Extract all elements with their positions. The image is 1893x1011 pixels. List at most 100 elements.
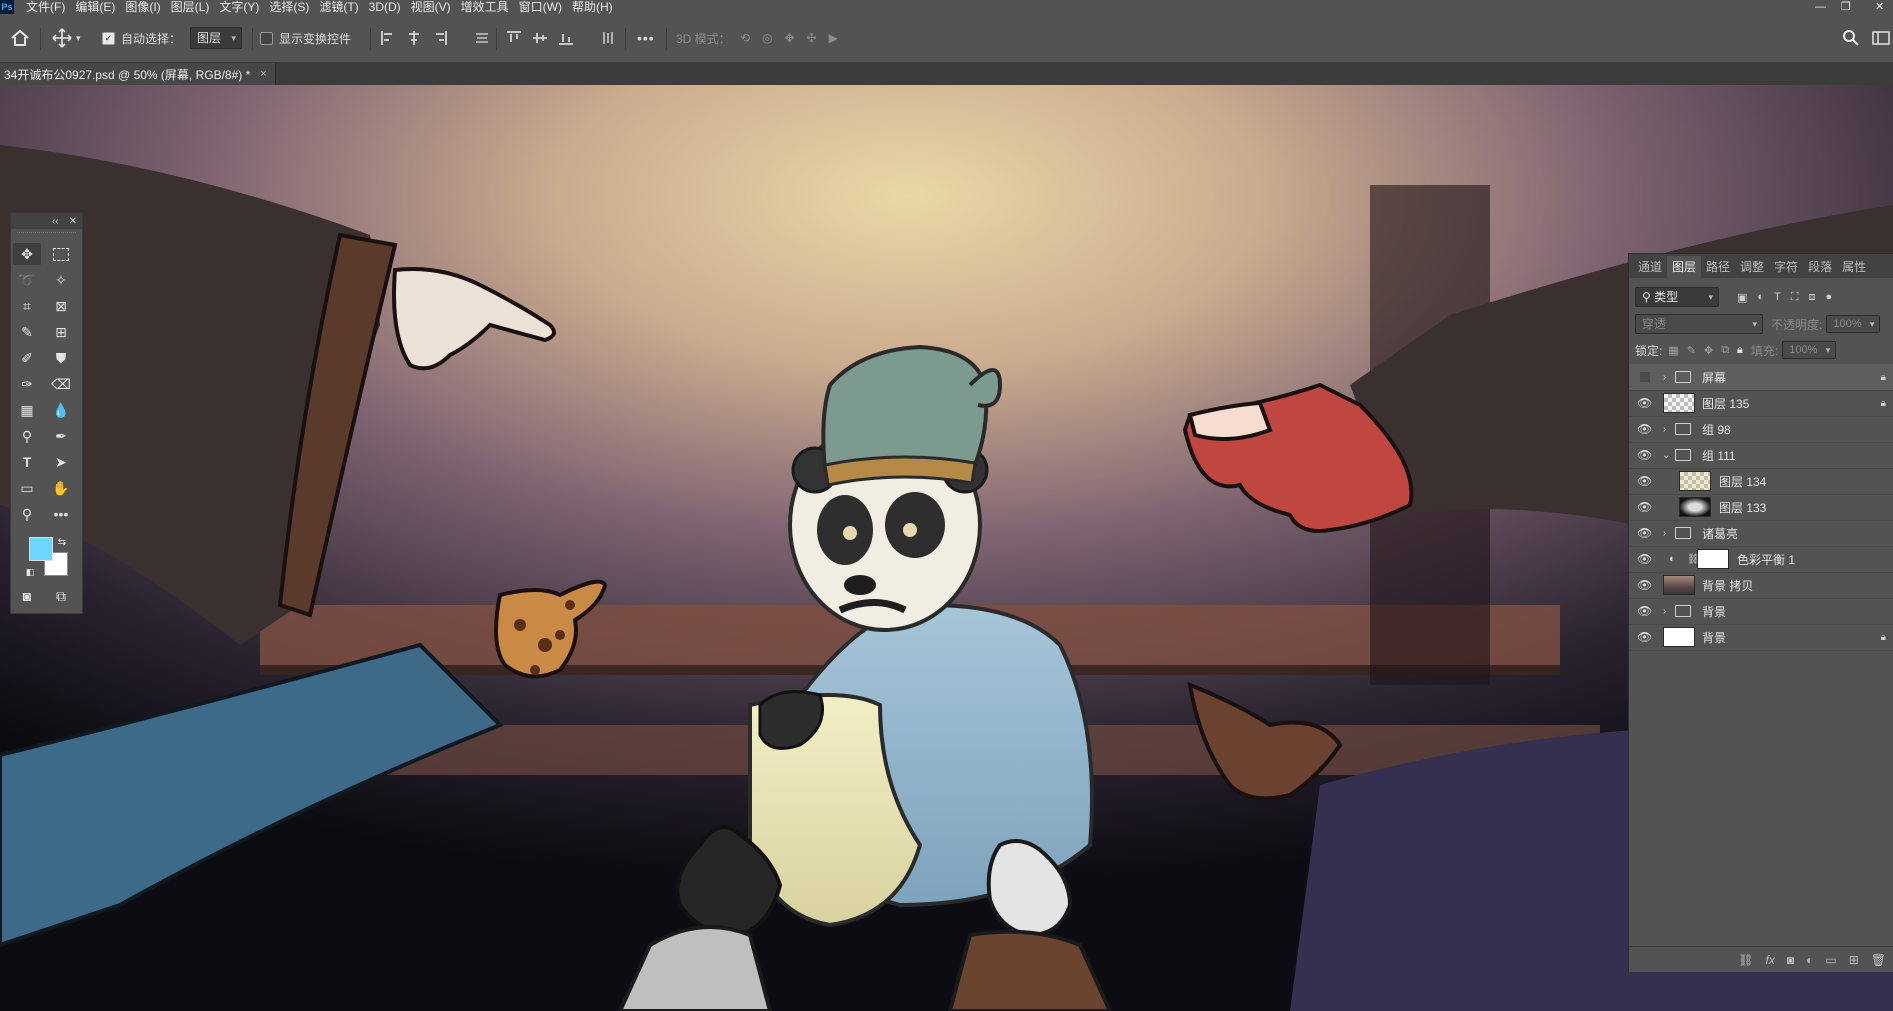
filter-smart-object-icon[interactable]: ⧈ — [1809, 291, 1816, 304]
align-left-icon[interactable] — [380, 30, 396, 46]
chevron-right-icon[interactable]: › — [1663, 372, 1666, 383]
align-right-icon[interactable] — [432, 30, 448, 46]
align-center-icon[interactable] — [406, 30, 422, 46]
path-selection-tool[interactable]: ➤ — [47, 451, 75, 473]
align-top-icon[interactable] — [506, 30, 522, 46]
lock-artboard-icon[interactable]: ⧉ — [1721, 344, 1729, 357]
type-tool[interactable]: T — [13, 451, 41, 473]
magic-wand-tool[interactable]: ✧ — [47, 269, 75, 291]
auto-select-target-dropdown[interactable]: 图层 ▾ — [190, 27, 243, 49]
show-transform-checkbox[interactable]: 显示变换控件 — [260, 14, 351, 62]
show-transform-check[interactable] — [260, 31, 273, 45]
marquee-tool[interactable] — [47, 243, 75, 265]
filter-toggle-icon[interactable]: ● — [1826, 291, 1833, 304]
close-tab-icon[interactable]: × — [260, 68, 266, 80]
crop-tool[interactable]: ⌗ — [13, 295, 41, 317]
blend-mode-dropdown[interactable]: 穿透 ▾ — [1635, 314, 1763, 334]
brush-tool[interactable]: ✐ — [13, 347, 41, 369]
dodge-tool[interactable]: ⚲ — [13, 425, 41, 447]
home-button[interactable] — [10, 14, 30, 62]
menu-view[interactable]: 视图(V) — [411, 0, 451, 14]
eyedropper-tool[interactable]: ✎ — [13, 321, 41, 343]
collapse-icon[interactable]: ‹‹ — [52, 216, 59, 227]
3d-drag-icon[interactable]: ✥ — [785, 31, 795, 45]
move-tool[interactable]: ✥ — [13, 243, 41, 265]
eye-icon[interactable]: 👁︎ — [1637, 448, 1652, 462]
move-tool-preset-button[interactable]: ▾ — [52, 14, 81, 62]
filter-type-icon[interactable]: T — [1774, 291, 1781, 304]
layer-style-icon[interactable]: fx — [1766, 953, 1775, 967]
frame-tool[interactable]: ⊠ — [47, 295, 75, 317]
pen-tool[interactable]: ✒ — [47, 425, 75, 447]
lock-transparent-icon[interactable]: ▦ — [1668, 344, 1678, 357]
filter-shape-icon[interactable]: ⛶ — [1791, 291, 1799, 304]
close-panel-icon[interactable]: ✕ — [69, 216, 77, 227]
layer-row[interactable]: 👁︎ ⌄ 组 111 — [1629, 442, 1893, 469]
3d-orbit-icon[interactable]: ⟲ — [740, 31, 750, 45]
layer-row[interactable]: 👁︎ › 组 98 — [1629, 416, 1893, 443]
tab-layers[interactable]: 图层 — [1667, 256, 1702, 278]
eye-icon[interactable]: 👁︎ — [1637, 396, 1652, 410]
restore-button[interactable]: ❐ — [1841, 0, 1851, 14]
delete-layer-icon[interactable]: 🗑︎ — [1871, 953, 1886, 967]
menu-3d[interactable]: 3D(D) — [369, 0, 401, 14]
tab-properties[interactable]: 属性 — [1837, 256, 1871, 278]
edit-toolbar-button[interactable]: ••• — [47, 503, 75, 525]
link-layers-icon[interactable]: ⛓ — [1738, 953, 1753, 967]
lasso-tool[interactable]: ➰ — [13, 269, 41, 291]
lock-image-icon[interactable]: ✎ — [1687, 344, 1696, 357]
eraser-tool[interactable]: ⌫ — [47, 373, 75, 395]
close-window-button[interactable]: ✕ — [1875, 0, 1884, 14]
distribute-vertical-icon[interactable] — [600, 30, 616, 46]
layer-row[interactable]: 👁︎ › 诸葛亮 — [1629, 520, 1893, 547]
quick-mask-button[interactable]: ◙ — [13, 585, 41, 607]
lock-position-icon[interactable]: ✥ — [1704, 344, 1713, 357]
default-colors-icon[interactable]: ◧ — [23, 561, 37, 583]
fill-field[interactable]: 100% ▾ — [1782, 341, 1837, 359]
zoom-tool[interactable]: ⚲ — [13, 503, 41, 525]
align-middle-icon[interactable] — [532, 30, 548, 46]
eye-icon[interactable]: 👁︎ — [1637, 500, 1652, 514]
menu-window[interactable]: 窗口(W) — [519, 0, 562, 14]
3d-slide-icon[interactable]: ✣ — [807, 31, 817, 45]
screen-mode-button[interactable]: ⧉ — [47, 585, 75, 607]
filter-adjustment-icon[interactable]: ◐ — [1757, 291, 1764, 304]
tab-channels[interactable]: 通道 — [1633, 256, 1667, 278]
tab-paragraph[interactable]: 段落 — [1803, 256, 1837, 278]
menu-help[interactable]: 帮助(H) — [572, 0, 613, 14]
eye-icon[interactable]: 👁︎ — [1637, 552, 1652, 566]
distribute-icon[interactable] — [474, 30, 490, 46]
eye-icon[interactable]: 👁︎ — [1637, 604, 1652, 618]
new-group-icon[interactable]: ▭ — [1825, 953, 1836, 967]
eye-icon[interactable]: 👁︎ — [1637, 422, 1652, 436]
auto-select-checkbox[interactable]: ✓ 自动选择： — [102, 14, 181, 62]
swap-colors-icon[interactable]: ⇆ — [55, 531, 69, 553]
opacity-field[interactable]: 100% ▾ — [1826, 315, 1881, 333]
lock-all-icon[interactable]: 🔒︎ — [1737, 344, 1743, 357]
new-adjustment-icon[interactable]: ◐ — [1806, 953, 1813, 967]
align-bottom-icon[interactable] — [558, 30, 574, 46]
foreground-color-swatch[interactable] — [29, 537, 53, 561]
workspace-button[interactable] — [1872, 14, 1890, 62]
chevron-right-icon[interactable]: › — [1663, 424, 1666, 435]
chevron-right-icon[interactable]: › — [1663, 606, 1666, 617]
menu-edit[interactable]: 编辑(E) — [75, 0, 115, 14]
clone-stamp-tool[interactable]: ⛊ — [47, 347, 75, 369]
layer-row[interactable]: › 屏幕 🔒︎ — [1629, 364, 1893, 391]
menu-layer[interactable]: 图层(L) — [171, 0, 210, 14]
panel-grip[interactable] — [17, 232, 76, 237]
menu-select[interactable]: 选择(S) — [269, 0, 309, 14]
tab-character[interactable]: 字符 — [1769, 256, 1803, 278]
hand-tool[interactable]: ✋ — [47, 477, 75, 499]
auto-select-check[interactable]: ✓ — [102, 31, 115, 45]
document-tab[interactable]: 34开诚布公0927.psd @ 50% (屏幕, RGB/8#) * × — [0, 63, 276, 85]
minimize-button[interactable]: — — [1815, 0, 1826, 14]
layer-row[interactable]: 👁︎ › 背景 — [1629, 598, 1893, 625]
add-mask-icon[interactable]: ◙ — [1787, 953, 1794, 967]
history-brush-tool[interactable]: ✑ — [13, 373, 41, 395]
document-canvas[interactable] — [0, 85, 1893, 1011]
menu-plugins[interactable]: 增效工具 — [461, 0, 509, 14]
more-options-button[interactable]: ••• — [637, 14, 655, 62]
3d-roll-icon[interactable]: ◎ — [762, 31, 772, 45]
3d-scale-icon[interactable]: ▶ — [829, 31, 838, 45]
